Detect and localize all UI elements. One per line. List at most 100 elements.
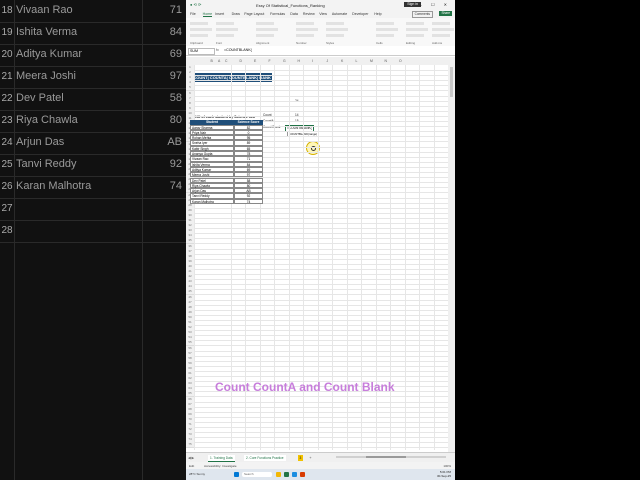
column-header-m[interactable]: M [370,59,373,63]
ribbon-control[interactable] [432,34,450,37]
background-row-number: 26 [1,181,13,192]
ribbon-control[interactable] [216,28,238,31]
accessibility-status[interactable]: Accessibility: Investigate [204,464,237,468]
ribbon-control[interactable] [216,34,234,37]
ribbon-control[interactable] [190,28,212,31]
tab-data[interactable]: Data [290,12,298,16]
ribbon-control[interactable] [376,28,398,31]
science-score-cell[interactable]: 74 [234,198,263,204]
ribbon-control[interactable] [326,34,344,37]
background-student-name: Karan Malhotra [16,180,92,192]
background-score: 74 [169,180,182,192]
scroll-thumb[interactable] [450,67,453,97]
row-header[interactable]: 75 [186,442,194,449]
background-row-number: 20 [1,49,13,60]
ribbon-control[interactable] [406,28,428,31]
background-row-number: 23 [1,115,13,126]
edge-icon[interactable] [292,472,297,477]
zoom-level[interactable]: 100% [443,464,451,468]
column-header-f[interactable]: F [269,59,271,63]
column-header-o[interactable]: O [399,59,402,63]
student-name-cell[interactable]: Karan Malhotra [190,198,234,204]
weather-widget[interactable]: 28°C Sunny [189,472,205,476]
ribbon-control[interactable] [432,22,450,25]
background-score: 58 [169,92,182,104]
sheet-tab[interactable]: 1. Training Data [208,455,235,462]
horizontal-scrollbar[interactable] [336,456,446,458]
background-row-number: 25 [1,159,13,170]
background-row-number: 27 [1,203,13,214]
tab-developer[interactable]: Developer [352,12,368,16]
background-row-number: 24 [1,137,13,148]
column-header-b[interactable]: B [211,59,213,63]
right-background [455,0,640,480]
app-icon[interactable] [300,472,305,477]
column-header-j[interactable]: J [327,59,329,63]
ribbon-control[interactable] [190,34,208,37]
excel-taskbar-icon[interactable] [284,472,289,477]
comments-button[interactable]: Comments [411,11,433,18]
background-row: 28 [0,220,186,243]
tab-review[interactable]: Review [303,12,315,16]
status-bar: Edit Accessibility: Investigate 100% [186,462,455,469]
ribbon-control[interactable] [376,22,394,25]
background-row: 25 Tanvi Reddy 92 [0,154,186,177]
background-row: 23 Riya Chawla 80 [0,110,186,133]
column-header-k[interactable]: K [341,59,343,63]
taskbar-search[interactable]: Search [242,472,272,477]
name-box[interactable]: SUM [188,48,215,55]
ribbon-control[interactable] [190,22,208,25]
ribbon-control[interactable] [326,28,348,31]
column-header-a[interactable]: A [218,59,220,63]
window-controls[interactable]: — ☐ ✕ [418,2,451,7]
ribbon-control[interactable] [296,28,318,31]
column-header-e[interactable]: E [254,59,256,63]
background-row: 24 Arjun Das AB [0,132,186,155]
sheet-tab[interactable]: 3 [297,455,304,461]
clock-date: 30-Sep-25 [436,473,451,478]
tab-insert[interactable]: Insert [215,12,224,16]
column-header-c[interactable]: C [225,59,227,63]
sheet-tab[interactable]: 2. Core Functions Practice [244,455,286,461]
ribbon-control[interactable] [256,34,274,37]
ribbon-control[interactable] [256,28,278,31]
ribbon-group-styles: Styles [326,41,335,45]
tab-draw[interactable]: Draw [232,12,240,16]
ribbon-group-editing: Editing [406,41,416,45]
column-header-d[interactable]: D [240,59,242,63]
tab-home[interactable]: Home [202,12,213,17]
tab-page-layout[interactable]: Page Layout [244,12,264,16]
column-header-l[interactable]: L [356,59,358,63]
ribbon-control[interactable] [216,22,234,25]
ribbon-control[interactable] [296,34,314,37]
ribbon-control[interactable] [326,22,344,25]
tab-help[interactable]: Help [374,12,381,16]
autosave-icon[interactable]: ● ⟲ ⟳ [190,2,201,7]
column-header-i[interactable]: I [312,59,313,63]
fx-icon[interactable]: fx [216,48,219,52]
sheet-nav-arrows-icon[interactable]: ◀ ▶ [188,456,194,460]
column-header-n[interactable]: N [385,59,387,63]
column-header-g[interactable]: G [283,59,286,63]
tab-file[interactable]: File [190,12,196,16]
file-explorer-icon[interactable] [276,472,281,477]
formula-input[interactable]: =COUNTBLANK( [224,48,252,52]
ribbon-control[interactable] [432,28,454,31]
windows-start-icon[interactable] [234,472,239,477]
ribbon-control[interactable] [406,22,424,25]
tab-formulas[interactable]: Formulas [270,12,285,16]
ribbon-control[interactable] [296,22,314,25]
windows-taskbar: 28°C Sunny Search 5:01 PM 30-Sep-25 [186,469,455,480]
background-student-name: Meera Joshi [16,70,76,82]
ribbon-control[interactable] [376,34,394,37]
add-sheet-icon[interactable]: + [309,455,311,460]
vertical-scrollbar[interactable] [448,57,455,452]
ribbon-control[interactable] [406,34,424,37]
ribbon-control[interactable] [256,22,274,25]
horizontal-scroll-thumb[interactable] [366,456,406,458]
column-header-h[interactable]: H [298,59,300,63]
background-score: 69 [169,48,182,60]
tab-view[interactable]: View [319,12,327,16]
share-button[interactable]: Share [439,11,452,16]
tab-automate[interactable]: Automate [332,12,347,16]
